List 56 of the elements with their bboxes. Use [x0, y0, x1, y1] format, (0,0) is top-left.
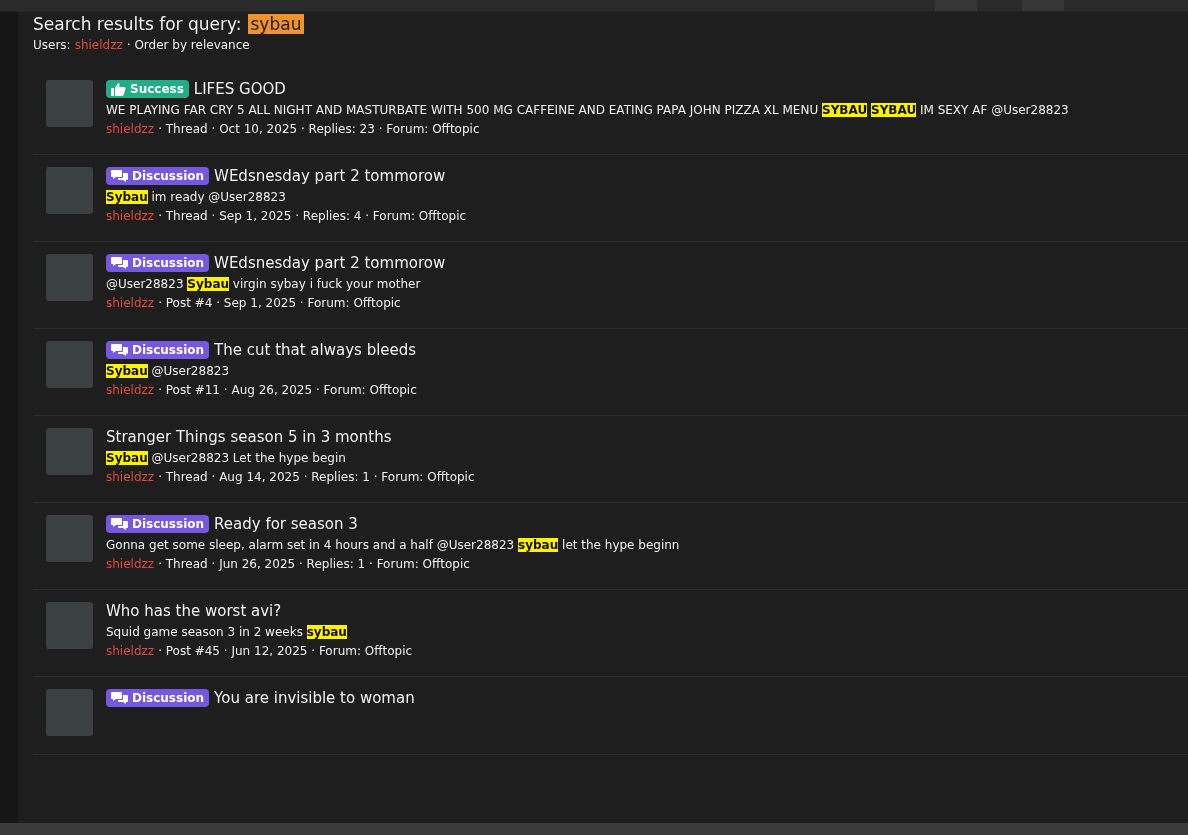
result-excerpt: @User28823 Sybau virgin sybay i fuck your mother — [106, 277, 422, 291]
avatar-placeholder — [46, 689, 93, 736]
avatar-placeholder — [46, 602, 93, 649]
filter-label: Users: — [33, 38, 71, 52]
author-link[interactable]: shieldzz — [106, 644, 155, 658]
result-title[interactable]: You are invisible to woman — [214, 689, 415, 707]
chat-bubbles-icon — [111, 256, 128, 270]
result-meta: · Thread · Jun 26, 2025 · Replies: 1 · Forum: Offtopic — [158, 557, 470, 571]
result-title[interactable]: WEdsnesday part 2 tommorow — [214, 167, 446, 185]
author-link[interactable]: shieldzz — [106, 122, 155, 136]
thumbs-up-icon — [111, 82, 126, 96]
result-excerpt: Sybau im ready @User28823 — [106, 190, 287, 204]
author-link[interactable]: shieldzz — [106, 296, 155, 310]
author-link[interactable]: shieldzz — [106, 383, 155, 397]
result-title[interactable]: Who has the worst avi? — [106, 602, 282, 620]
user-link[interactable]: shieldzz — [74, 38, 123, 52]
order-label: · Order by relevance — [126, 38, 250, 52]
author-link[interactable]: shieldzz — [106, 470, 155, 484]
avatar-placeholder — [46, 80, 93, 127]
result-excerpt: WE PLAYING FAR CRY 5 ALL NIGHT AND MASTURBATE WITH 500 MG CAFFEINE AND EATING PAPA JOHN PIZZA XL MENU SYBAU SYBAU IM SEXY AF @User28823 — [106, 103, 1069, 117]
toolbar-tab[interactable] — [1022, 0, 1064, 11]
result-title[interactable]: WEdsnesday part 2 tommorow — [214, 254, 446, 272]
result-title[interactable]: Ready for season 3 — [214, 515, 358, 533]
result-title[interactable]: LIFES GOOD — [193, 80, 286, 98]
result-meta: · Thread · Aug 14, 2025 · Replies: 1 · Forum: Offtopic — [158, 470, 475, 484]
result-excerpt: Sybau @User28823 Let the hype begin — [106, 451, 347, 465]
result-meta: · Post #45 · Jun 12, 2025 · Forum: Offtopic — [158, 644, 413, 658]
result-meta: · Thread · Sep 1, 2025 · Replies: 4 · Forum: Offtopic — [158, 209, 467, 223]
prefix-badge: Discussion — [106, 167, 210, 185]
prefix-badge: Success — [106, 80, 189, 98]
result-title[interactable]: Stranger Things season 5 in 3 months — [106, 428, 392, 446]
prefix-badge: Discussion — [106, 341, 210, 359]
chat-bubbles-icon — [111, 343, 128, 357]
prefix-badge: Discussion — [106, 515, 210, 533]
author-link[interactable]: shieldzz — [106, 209, 155, 223]
avatar-placeholder — [46, 341, 93, 388]
chat-bubbles-icon — [111, 691, 128, 705]
author-link[interactable]: shieldzz — [106, 557, 155, 571]
result-excerpt: Gonna get some sleep, alarm set in 4 hours and a half @User28823 sybau let the hype beginn — [106, 538, 680, 552]
avatar-placeholder — [46, 428, 93, 475]
prefix-badge: Discussion — [106, 689, 210, 707]
result-meta: · Post #4 · Sep 1, 2025 · Forum: Offtopic — [158, 296, 401, 310]
chat-bubbles-icon — [111, 169, 128, 183]
search-query: sybau — [247, 14, 305, 34]
avatar-placeholder — [46, 515, 93, 562]
page-heading: Search results for query: — [33, 14, 242, 34]
avatar-placeholder — [46, 254, 93, 301]
result-meta: · Post #11 · Aug 26, 2025 · Forum: Offtopic — [158, 383, 417, 397]
toolbar-tab[interactable] — [935, 0, 977, 11]
result-title[interactable]: The cut that always bleeds — [214, 341, 417, 359]
result-meta: · Thread · Oct 10, 2025 · Replies: 23 · Forum: Offtopic — [158, 122, 480, 136]
chat-bubbles-icon — [111, 517, 128, 531]
result-excerpt: Sybau @User28823 — [106, 364, 231, 378]
result-excerpt: Squid game season 3 in 2 weeks sybau — [106, 625, 348, 639]
avatar-placeholder — [46, 167, 93, 214]
prefix-badge: Discussion — [106, 254, 210, 272]
